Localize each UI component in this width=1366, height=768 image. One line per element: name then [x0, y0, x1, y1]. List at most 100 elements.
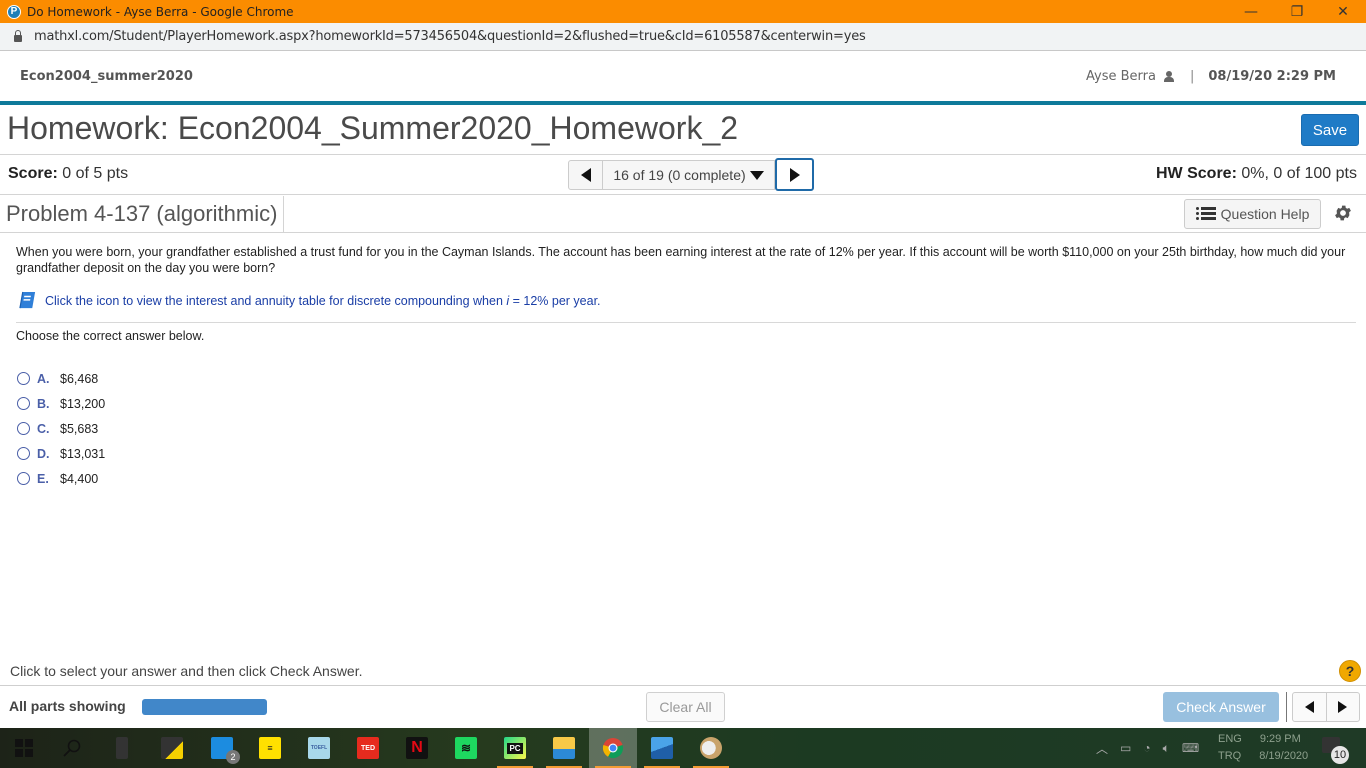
- radio-button[interactable]: [17, 447, 30, 460]
- choice-letter: B.: [37, 396, 50, 411]
- parts-label: All parts showing: [9, 698, 126, 714]
- battery-icon[interactable]: ▭: [1120, 741, 1131, 755]
- question-selector-dropdown[interactable]: 16 of 19 (0 complete): [603, 160, 775, 190]
- taskbar-search-button[interactable]: [48, 728, 96, 768]
- ted-icon: TED: [357, 737, 379, 759]
- system-tray: ︿ ▭ ◔ 🔈︎ ⌨: [1090, 728, 1205, 768]
- pycharm-icon: PC: [504, 737, 526, 759]
- taskbar-sticky-notes[interactable]: [148, 728, 196, 768]
- triangle-right-icon: [789, 167, 800, 182]
- taskbar-notes[interactable]: ≡: [246, 728, 294, 768]
- radio-button[interactable]: [17, 472, 30, 485]
- choice-value[interactable]: $13,031: [60, 447, 105, 461]
- choice-value[interactable]: $5,683: [60, 422, 98, 436]
- paint-icon: [700, 737, 722, 759]
- question-text: When you were born, your grandfather est…: [16, 245, 1346, 275]
- homework-score: HW Score: 0%, 0 of 100 pts: [1156, 165, 1357, 183]
- taskbar-chrome[interactable]: [589, 728, 637, 768]
- clock-date: 8/19/2020: [1259, 750, 1309, 762]
- show-hidden-icons-button[interactable]: ︿: [1096, 740, 1108, 757]
- hw-score-value: 0%, 0 of 100 pts: [1241, 165, 1357, 182]
- taskbar-pycharm[interactable]: PC: [491, 728, 539, 768]
- mail-badge: 2: [226, 750, 240, 764]
- photos-icon: [651, 737, 673, 759]
- hw-score-label: HW Score:: [1156, 165, 1237, 182]
- table-link-text[interactable]: Click the icon to view the interest and …: [45, 294, 506, 308]
- taskbar-paint[interactable]: [687, 728, 735, 768]
- choice-letter: E.: [37, 471, 49, 486]
- answer-instruction: Choose the correct answer below.: [16, 329, 205, 343]
- table-link-rate[interactable]: = 12% per year.: [509, 294, 601, 308]
- divider: [0, 232, 1366, 233]
- taskbar-file-explorer[interactable]: [540, 728, 588, 768]
- answer-choice-a[interactable]: A. $6,468: [17, 366, 105, 391]
- answer-choice-e[interactable]: E. $4,400: [17, 466, 105, 491]
- score-value: 0 of 5 pts: [62, 165, 129, 182]
- taskbar-ted[interactable]: TED: [344, 728, 392, 768]
- radio-button[interactable]: [17, 397, 30, 410]
- url-text[interactable]: mathxl.com/Student/PlayerHomework.aspx?h…: [34, 29, 866, 44]
- chrome-icon: [602, 738, 624, 759]
- address-bar[interactable]: mathxl.com/Student/PlayerHomework.aspx?h…: [0, 23, 1366, 51]
- taskbar-mail[interactable]: 2: [198, 728, 246, 768]
- help-question-icon[interactable]: ?: [1339, 660, 1361, 682]
- divider: [0, 685, 1366, 686]
- sticky-notes-icon: [161, 737, 183, 759]
- previous-question-button[interactable]: [568, 160, 603, 190]
- footer-question-nav: [1292, 692, 1360, 722]
- divider: [283, 196, 284, 232]
- parts-progress-bar[interactable]: [142, 699, 267, 715]
- clear-all-button[interactable]: Clear All: [646, 692, 725, 722]
- course-name[interactable]: Econ2004_summer2020: [20, 69, 193, 84]
- list-icon: [1195, 207, 1216, 221]
- choice-value[interactable]: $4,400: [60, 472, 98, 486]
- radio-button[interactable]: [17, 372, 30, 385]
- windows-taskbar: 2 ≡ TOEFL TED N ≋ PC ︿ ▭ ◔ 🔈︎ ⌨ ENG 9:29 …: [0, 728, 1366, 768]
- book-icon[interactable]: [18, 291, 37, 310]
- taskbar-notebook[interactable]: [98, 728, 146, 768]
- radio-button[interactable]: [17, 422, 30, 435]
- start-button[interactable]: [0, 728, 48, 768]
- next-question-button[interactable]: [775, 158, 814, 191]
- restore-button[interactable]: ❐: [1274, 0, 1320, 23]
- triangle-left-icon: [580, 168, 591, 182]
- question-help-label: Question Help: [1220, 206, 1310, 222]
- divider: [0, 194, 1366, 195]
- interest-table-link[interactable]: Click the icon to view the interest and …: [18, 291, 601, 310]
- volume-icon[interactable]: 🔈︎: [1163, 741, 1170, 756]
- question-help-button[interactable]: Question Help: [1184, 199, 1321, 229]
- keyboard-layout[interactable]: TRQ: [1218, 748, 1241, 765]
- taskbar-clock[interactable]: ENG 9:29 PM TRQ 8/19/2020: [1218, 731, 1308, 765]
- answer-choice-d[interactable]: D. $13,031: [17, 441, 105, 466]
- caret-down-icon: [749, 170, 764, 180]
- check-answer-button[interactable]: Check Answer: [1163, 692, 1279, 722]
- answer-choice-c[interactable]: C. $5,683: [17, 416, 105, 441]
- footer-previous-button[interactable]: [1293, 693, 1327, 721]
- taskbar-photos[interactable]: [638, 728, 686, 768]
- folder-icon: [553, 737, 575, 759]
- settings-gear-icon[interactable]: [1333, 203, 1353, 223]
- input-language[interactable]: ENG: [1218, 731, 1242, 748]
- answer-choice-b[interactable]: B. $13,200: [17, 391, 105, 416]
- choice-value[interactable]: $6,468: [60, 372, 98, 386]
- lock-icon[interactable]: [14, 30, 22, 42]
- browser-title-bar: P Do Homework - Ayse Berra - Google Chro…: [0, 0, 1366, 23]
- toefl-icon: TOEFL: [308, 737, 330, 759]
- keyboard-icon[interactable]: ⌨: [1182, 741, 1199, 755]
- footer-next-button[interactable]: [1327, 693, 1360, 721]
- pearson-favicon-icon: P: [7, 4, 21, 19]
- save-button[interactable]: Save: [1301, 114, 1359, 146]
- course-header: Econ2004_summer2020 Ayse Berra | 08/19/2…: [0, 51, 1366, 102]
- taskbar-spotify[interactable]: ≋: [442, 728, 490, 768]
- windows-icon: [15, 739, 33, 757]
- homework-title: Homework: Econ2004_Summer2020_Homework_2: [7, 110, 739, 146]
- wifi-icon[interactable]: ◔: [1143, 741, 1150, 755]
- taskbar-netflix[interactable]: N: [393, 728, 441, 768]
- notes-icon: ≡: [259, 737, 281, 759]
- spotify-icon: ≋: [455, 737, 477, 759]
- close-button[interactable]: ✕: [1320, 0, 1366, 23]
- taskbar-toefl[interactable]: TOEFL: [295, 728, 343, 768]
- choice-value[interactable]: $13,200: [60, 397, 105, 411]
- divider: [0, 154, 1366, 155]
- minimize-button[interactable]: —: [1228, 0, 1274, 23]
